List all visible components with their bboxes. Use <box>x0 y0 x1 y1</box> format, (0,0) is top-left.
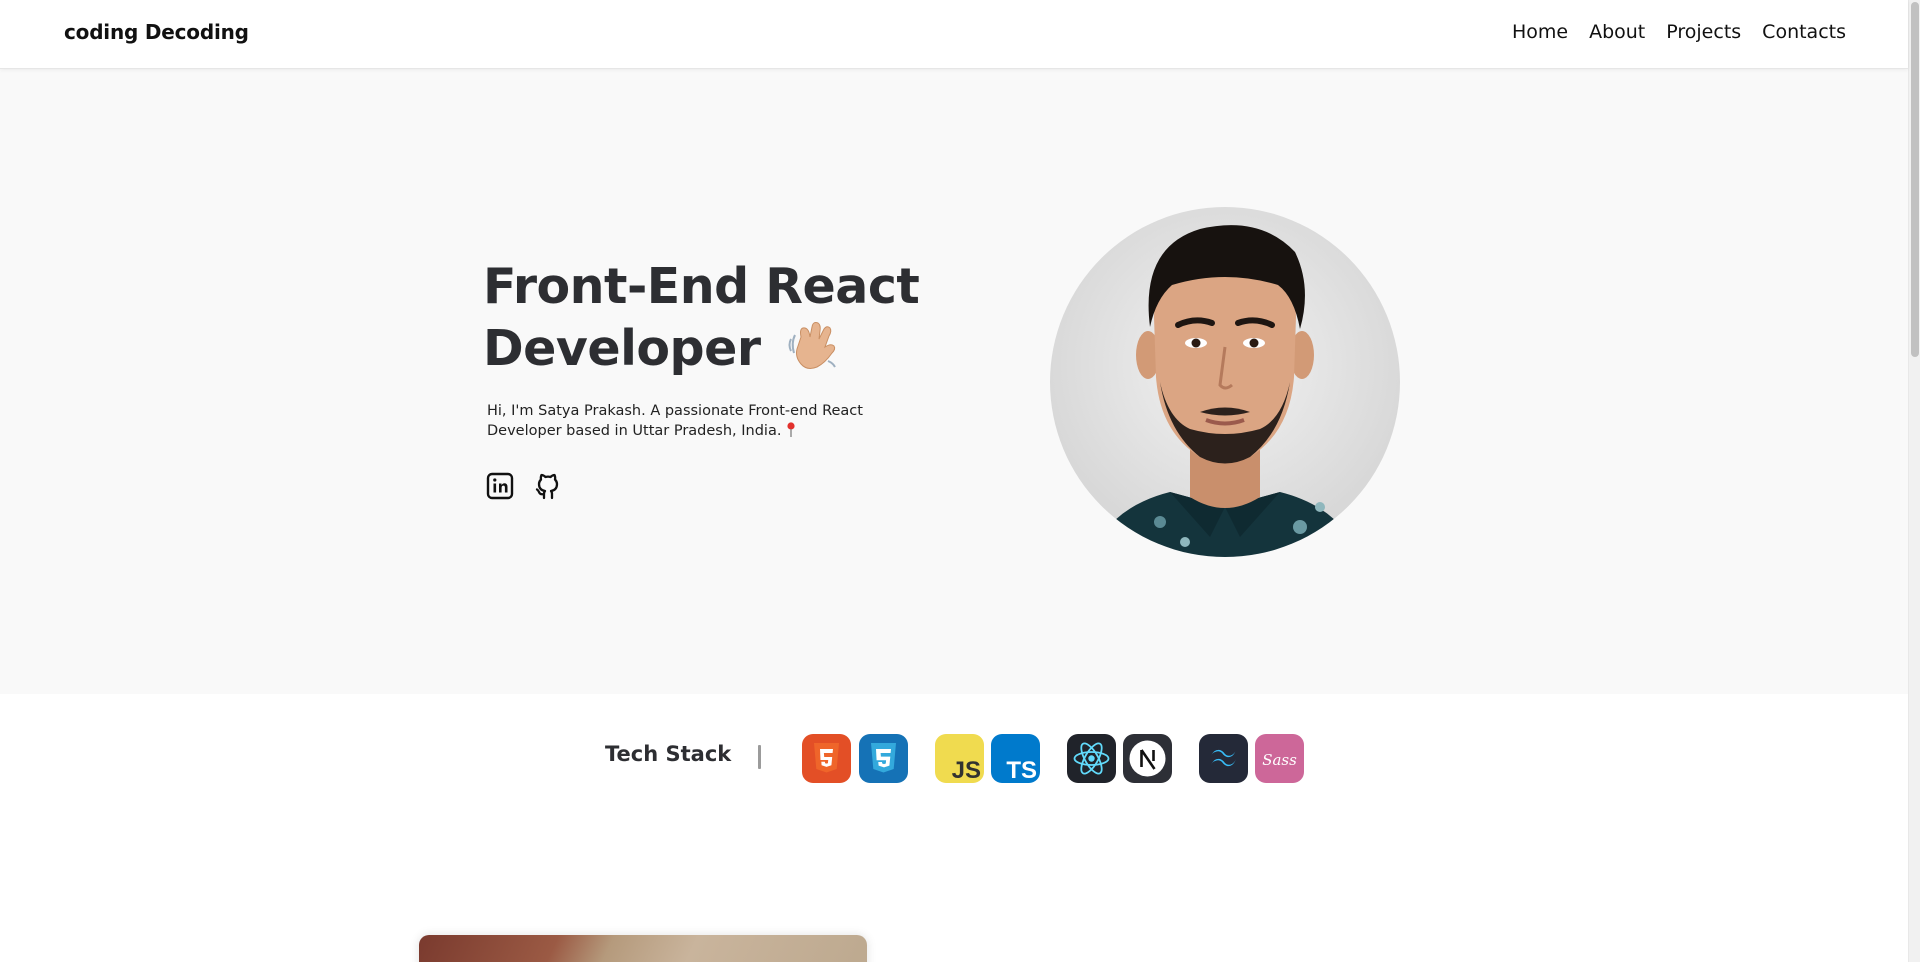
nav-link-about[interactable]: About <box>1589 21 1645 43</box>
svg-text:JS: JS <box>952 757 981 783</box>
nav-link-contacts[interactable]: Contacts <box>1762 21 1846 43</box>
html5-icon <box>802 734 851 783</box>
svg-text:Sass: Sass <box>1262 751 1297 769</box>
tech-stack-divider <box>758 745 761 769</box>
hero-bio-line1: Hi, I'm Satya Prakash. A passionate Fron… <box>487 403 863 419</box>
social-links <box>486 471 562 501</box>
css3-icon <box>859 734 908 783</box>
linkedin-icon[interactable] <box>486 471 514 501</box>
sass-icon: Sass <box>1255 734 1304 783</box>
navbar: coding Decoding Home About Projects Cont… <box>0 0 1908 69</box>
tailwind-icon <box>1199 734 1248 783</box>
hero-title-line1: Front-End React <box>483 258 920 315</box>
profile-avatar <box>1050 207 1400 557</box>
tech-stack-label: Tech Stack <box>605 742 732 766</box>
brand-logo[interactable]: coding Decoding <box>64 20 249 44</box>
scrollbar-thumb[interactable] <box>1911 2 1919 357</box>
hero-title: Front-End React Developer <box>483 256 943 379</box>
hero-title-line2: Developer <box>483 320 761 377</box>
waving-hand-icon <box>788 322 836 369</box>
typescript-icon: TS <box>991 734 1040 783</box>
profile-photo <box>1090 225 1360 557</box>
project-card[interactable] <box>419 935 867 962</box>
javascript-icon: JS <box>935 734 984 783</box>
github-icon[interactable] <box>534 471 562 501</box>
hero-bio: Hi, I'm Satya Prakash. A passionate Fron… <box>487 401 907 441</box>
svg-text:TS: TS <box>1006 757 1037 783</box>
react-icon <box>1067 734 1116 783</box>
nextjs-icon <box>1123 734 1172 783</box>
nav-link-projects[interactable]: Projects <box>1666 21 1741 43</box>
nav-links: Home About Projects Contacts <box>1512 21 1846 43</box>
page-scrollbar[interactable] <box>1908 0 1920 962</box>
nav-link-home[interactable]: Home <box>1512 21 1568 43</box>
hero-section: Front-End React Developer Hi, I'm Satya … <box>0 69 1908 694</box>
location-pin-icon <box>787 422 795 437</box>
hero-bio-line2: Developer based in Uttar Pradesh, India. <box>487 423 782 439</box>
